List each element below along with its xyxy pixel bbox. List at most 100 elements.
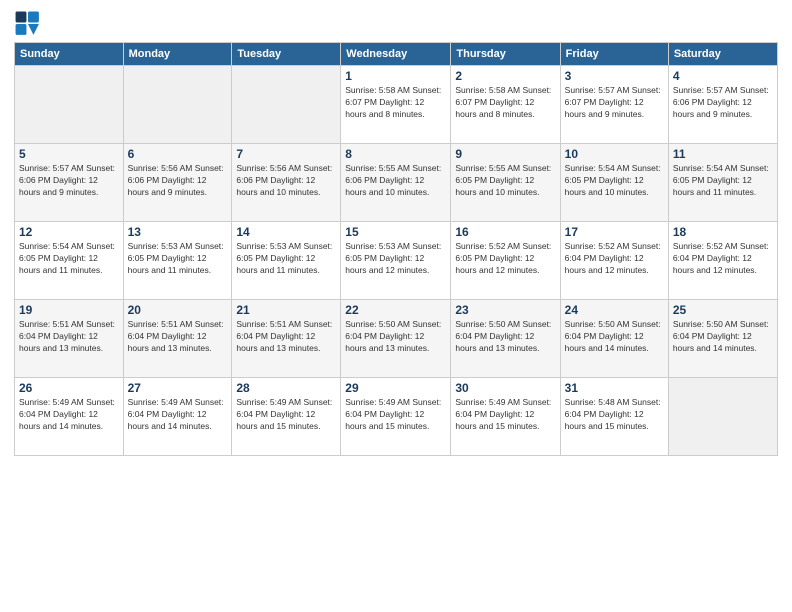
calendar-cell: 10 Sunrise: 5:54 AM Sunset: 6:05 PM Dayli… [560, 144, 668, 222]
calendar-cell: 20 Sunrise: 5:51 AM Sunset: 6:04 PM Dayli… [123, 300, 232, 378]
calendar-cell: 4 Sunrise: 5:57 AM Sunset: 6:06 PM Daylig… [668, 66, 777, 144]
page: SundayMondayTuesdayWednesdayThursdayFrid… [0, 0, 792, 612]
calendar-week-1: 1 Sunrise: 5:58 AM Sunset: 6:07 PM Daylig… [15, 66, 778, 144]
day-number: 4 [673, 69, 773, 83]
calendar-table: SundayMondayTuesdayWednesdayThursdayFrid… [14, 42, 778, 456]
calendar-cell: 25 Sunrise: 5:50 AM Sunset: 6:04 PM Dayli… [668, 300, 777, 378]
calendar-cell: 18 Sunrise: 5:52 AM Sunset: 6:04 PM Dayli… [668, 222, 777, 300]
day-number: 27 [128, 381, 228, 395]
day-detail: Sunrise: 5:58 AM Sunset: 6:07 PM Dayligh… [345, 85, 446, 121]
calendar-cell: 24Sunrise: 5:50 AM Sunset: 6:04 PM Dayli… [560, 300, 668, 378]
calendar-cell [123, 66, 232, 144]
day-detail: Sunrise: 5:57 AM Sunset: 6:06 PM Dayligh… [673, 85, 773, 121]
calendar-cell: 30 Sunrise: 5:49 AM Sunset: 6:04 PM Dayli… [451, 378, 560, 456]
day-number: 28 [236, 381, 336, 395]
calendar-cell: 7 Sunrise: 5:56 AM Sunset: 6:06 PM Daylig… [232, 144, 341, 222]
weekday-header-friday: Friday [560, 43, 668, 66]
calendar-cell: 14 Sunrise: 5:53 AM Sunset: 6:05 PM Dayli… [232, 222, 341, 300]
calendar-cell: 6Sunrise: 5:56 AM Sunset: 6:06 PM Daylig… [123, 144, 232, 222]
calendar-cell: 29 Sunrise: 5:49 AM Sunset: 6:04 PM Dayli… [341, 378, 451, 456]
calendar-cell [15, 66, 124, 144]
calendar-cell: 1 Sunrise: 5:58 AM Sunset: 6:07 PM Daylig… [341, 66, 451, 144]
day-detail: Sunrise: 5:54 AM Sunset: 6:05 PM Dayligh… [565, 163, 664, 199]
weekday-header-sunday: Sunday [15, 43, 124, 66]
weekday-header-thursday: Thursday [451, 43, 560, 66]
day-detail: Sunrise: 5:56 AM Sunset: 6:06 PM Dayligh… [236, 163, 336, 199]
weekday-header-tuesday: Tuesday [232, 43, 341, 66]
day-detail: Sunrise: 5:58 AM Sunset: 6:07 PM Dayligh… [455, 85, 555, 121]
day-detail: Sunrise: 5:49 AM Sunset: 6:04 PM Dayligh… [128, 397, 228, 433]
day-detail: Sunrise: 5:48 AM Sunset: 6:04 PM Dayligh… [565, 397, 664, 433]
calendar-cell: 17Sunrise: 5:52 AM Sunset: 6:04 PM Dayli… [560, 222, 668, 300]
day-number: 17 [565, 225, 664, 239]
day-detail: Sunrise: 5:49 AM Sunset: 6:04 PM Dayligh… [236, 397, 336, 433]
day-number: 19 [19, 303, 119, 317]
calendar-cell: 15Sunrise: 5:53 AM Sunset: 6:05 PM Dayli… [341, 222, 451, 300]
calendar-week-4: 19 Sunrise: 5:51 AM Sunset: 6:04 PM Dayli… [15, 300, 778, 378]
logo-icon [14, 10, 42, 38]
day-number: 20 [128, 303, 228, 317]
day-detail: Sunrise: 5:52 AM Sunset: 6:05 PM Dayligh… [455, 241, 555, 277]
day-detail: Sunrise: 5:53 AM Sunset: 6:05 PM Dayligh… [345, 241, 446, 277]
day-number: 31 [565, 381, 664, 395]
day-number: 6 [128, 147, 228, 161]
day-number: 29 [345, 381, 446, 395]
calendar-cell: 23Sunrise: 5:50 AM Sunset: 6:04 PM Dayli… [451, 300, 560, 378]
day-number: 16 [455, 225, 555, 239]
day-number: 22 [345, 303, 446, 317]
calendar-cell: 5 Sunrise: 5:57 AM Sunset: 6:06 PM Daylig… [15, 144, 124, 222]
calendar-cell: 8Sunrise: 5:55 AM Sunset: 6:06 PM Daylig… [341, 144, 451, 222]
day-number: 9 [455, 147, 555, 161]
day-detail: Sunrise: 5:50 AM Sunset: 6:04 PM Dayligh… [345, 319, 446, 355]
day-number: 5 [19, 147, 119, 161]
day-detail: Sunrise: 5:53 AM Sunset: 6:05 PM Dayligh… [236, 241, 336, 277]
day-number: 1 [345, 69, 446, 83]
day-detail: Sunrise: 5:55 AM Sunset: 6:05 PM Dayligh… [455, 163, 555, 199]
weekday-header-wednesday: Wednesday [341, 43, 451, 66]
day-detail: Sunrise: 5:50 AM Sunset: 6:04 PM Dayligh… [565, 319, 664, 355]
day-detail: Sunrise: 5:51 AM Sunset: 6:04 PM Dayligh… [19, 319, 119, 355]
calendar-cell: 2Sunrise: 5:58 AM Sunset: 6:07 PM Daylig… [451, 66, 560, 144]
day-number: 26 [19, 381, 119, 395]
calendar-cell: 28 Sunrise: 5:49 AM Sunset: 6:04 PM Dayli… [232, 378, 341, 456]
day-detail: Sunrise: 5:50 AM Sunset: 6:04 PM Dayligh… [673, 319, 773, 355]
day-number: 7 [236, 147, 336, 161]
day-detail: Sunrise: 5:51 AM Sunset: 6:04 PM Dayligh… [128, 319, 228, 355]
calendar-cell: 13 Sunrise: 5:53 AM Sunset: 6:05 PM Dayli… [123, 222, 232, 300]
day-number: 12 [19, 225, 119, 239]
header [14, 10, 778, 38]
day-number: 25 [673, 303, 773, 317]
day-number: 14 [236, 225, 336, 239]
day-detail: Sunrise: 5:57 AM Sunset: 6:06 PM Dayligh… [19, 163, 119, 199]
day-detail: Sunrise: 5:57 AM Sunset: 6:07 PM Dayligh… [565, 85, 664, 121]
day-detail: Sunrise: 5:49 AM Sunset: 6:04 PM Dayligh… [345, 397, 446, 433]
day-detail: Sunrise: 5:49 AM Sunset: 6:04 PM Dayligh… [19, 397, 119, 433]
day-number: 18 [673, 225, 773, 239]
calendar-cell: 31 Sunrise: 5:48 AM Sunset: 6:04 PM Dayli… [560, 378, 668, 456]
day-detail: Sunrise: 5:52 AM Sunset: 6:04 PM Dayligh… [673, 241, 773, 277]
calendar-cell: 3 Sunrise: 5:57 AM Sunset: 6:07 PM Daylig… [560, 66, 668, 144]
calendar-cell: 22 Sunrise: 5:50 AM Sunset: 6:04 PM Dayli… [341, 300, 451, 378]
day-number: 13 [128, 225, 228, 239]
logo [14, 10, 46, 38]
weekday-header-saturday: Saturday [668, 43, 777, 66]
calendar-cell: 11 Sunrise: 5:54 AM Sunset: 6:05 PM Dayli… [668, 144, 777, 222]
day-detail: Sunrise: 5:51 AM Sunset: 6:04 PM Dayligh… [236, 319, 336, 355]
calendar-cell: 12 Sunrise: 5:54 AM Sunset: 6:05 PM Dayli… [15, 222, 124, 300]
day-number: 10 [565, 147, 664, 161]
calendar-week-3: 12 Sunrise: 5:54 AM Sunset: 6:05 PM Dayli… [15, 222, 778, 300]
calendar-cell: 19 Sunrise: 5:51 AM Sunset: 6:04 PM Dayli… [15, 300, 124, 378]
day-number: 11 [673, 147, 773, 161]
calendar-cell: 26 Sunrise: 5:49 AM Sunset: 6:04 PM Dayli… [15, 378, 124, 456]
day-number: 3 [565, 69, 664, 83]
day-detail: Sunrise: 5:49 AM Sunset: 6:04 PM Dayligh… [455, 397, 555, 433]
day-detail: Sunrise: 5:54 AM Sunset: 6:05 PM Dayligh… [19, 241, 119, 277]
calendar-cell: 27 Sunrise: 5:49 AM Sunset: 6:04 PM Dayli… [123, 378, 232, 456]
day-number: 30 [455, 381, 555, 395]
day-detail: Sunrise: 5:54 AM Sunset: 6:05 PM Dayligh… [673, 163, 773, 199]
calendar-cell: 21Sunrise: 5:51 AM Sunset: 6:04 PM Dayli… [232, 300, 341, 378]
calendar-cell: 16 Sunrise: 5:52 AM Sunset: 6:05 PM Dayli… [451, 222, 560, 300]
calendar-week-2: 5 Sunrise: 5:57 AM Sunset: 6:06 PM Daylig… [15, 144, 778, 222]
day-detail: Sunrise: 5:53 AM Sunset: 6:05 PM Dayligh… [128, 241, 228, 277]
day-number: 8 [345, 147, 446, 161]
